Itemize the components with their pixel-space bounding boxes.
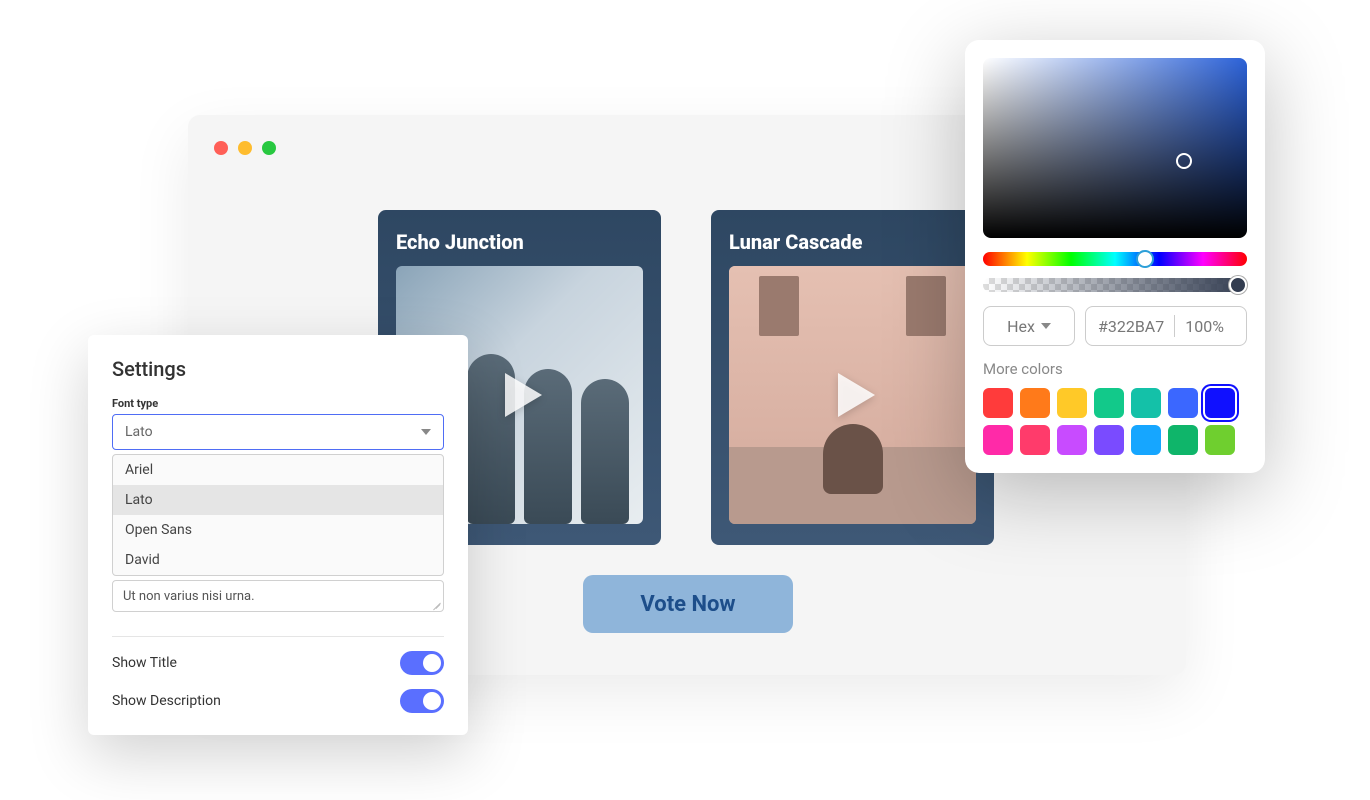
chevron-down-icon	[1041, 323, 1051, 329]
color-swatch[interactable]	[983, 425, 1013, 455]
color-value-input[interactable]: #322BA7 100%	[1085, 306, 1247, 346]
toggle-show-title-row: Show Title	[88, 637, 468, 675]
settings-panel: Settings Font type Lato Ariel Lato Open …	[88, 335, 468, 735]
color-picker-panel: Hex #322BA7 100% More colors	[965, 40, 1265, 473]
color-swatch[interactable]	[983, 388, 1013, 418]
font-type-dropdown: Ariel Lato Open Sans David	[112, 454, 444, 576]
color-format-select[interactable]: Hex	[983, 306, 1075, 346]
font-option[interactable]: Lato	[113, 485, 443, 515]
font-option[interactable]: Ariel	[113, 455, 443, 485]
settings-title: Settings	[88, 357, 468, 397]
cards-row: Echo Junction Lunar Cascade	[378, 210, 994, 545]
vote-now-button[interactable]: Vote Now	[583, 575, 793, 633]
more-colors-label: More colors	[983, 360, 1247, 378]
color-swatch[interactable]	[1168, 388, 1198, 418]
font-type-select[interactable]: Lato	[112, 414, 444, 450]
color-value-row: Hex #322BA7 100%	[983, 306, 1247, 346]
show-title-toggle[interactable]	[400, 651, 444, 675]
color-swatch[interactable]	[1168, 425, 1198, 455]
vote-now-label: Vote Now	[640, 592, 735, 617]
font-option[interactable]: Open Sans	[113, 515, 443, 545]
color-swatch[interactable]	[1057, 425, 1087, 455]
color-cursor-icon[interactable]	[1176, 153, 1192, 169]
show-description-toggle[interactable]	[400, 689, 444, 713]
maximize-icon[interactable]	[262, 141, 276, 155]
card-lunar-cascade[interactable]: Lunar Cascade	[711, 210, 994, 545]
hue-thumb[interactable]	[1136, 250, 1154, 268]
color-swatch[interactable]	[1020, 425, 1050, 455]
alpha-thumb[interactable]	[1229, 276, 1247, 294]
color-swatch[interactable]	[1057, 388, 1087, 418]
swatch-grid	[983, 388, 1247, 455]
divider	[1174, 315, 1175, 337]
description-value: Ut non varius nisi urna.	[123, 589, 255, 604]
color-swatch[interactable]	[1131, 388, 1161, 418]
alpha-slider[interactable]	[983, 278, 1247, 292]
color-swatch[interactable]	[1094, 425, 1124, 455]
color-swatch[interactable]	[1205, 388, 1235, 418]
chevron-down-icon	[421, 429, 431, 435]
opacity-value: 100%	[1185, 317, 1224, 336]
color-swatch[interactable]	[1205, 425, 1235, 455]
close-icon[interactable]	[214, 141, 228, 155]
toggle-label: Show Title	[112, 655, 177, 671]
saturation-lightness-area[interactable]	[983, 58, 1247, 238]
resize-handle-icon[interactable]	[431, 599, 441, 609]
card-title: Echo Junction	[396, 230, 643, 254]
hue-slider[interactable]	[983, 252, 1247, 266]
card-media[interactable]	[729, 266, 976, 524]
color-format-label: Hex	[1007, 317, 1035, 336]
window-controls	[214, 141, 276, 155]
play-icon[interactable]	[818, 360, 888, 430]
card-title: Lunar Cascade	[729, 230, 976, 254]
color-swatch[interactable]	[1094, 388, 1124, 418]
font-option[interactable]: David	[113, 545, 443, 575]
description-textarea[interactable]: Ut non varius nisi urna.	[112, 580, 444, 612]
font-type-label: Font type	[88, 397, 468, 414]
play-icon[interactable]	[485, 360, 555, 430]
font-type-selected: Lato	[125, 424, 153, 440]
minimize-icon[interactable]	[238, 141, 252, 155]
toggle-show-description-row: Show Description	[88, 675, 468, 713]
color-swatch[interactable]	[1020, 388, 1050, 418]
toggle-label: Show Description	[112, 693, 221, 709]
color-swatch[interactable]	[1131, 425, 1161, 455]
hex-value: #322BA7	[1098, 317, 1164, 336]
